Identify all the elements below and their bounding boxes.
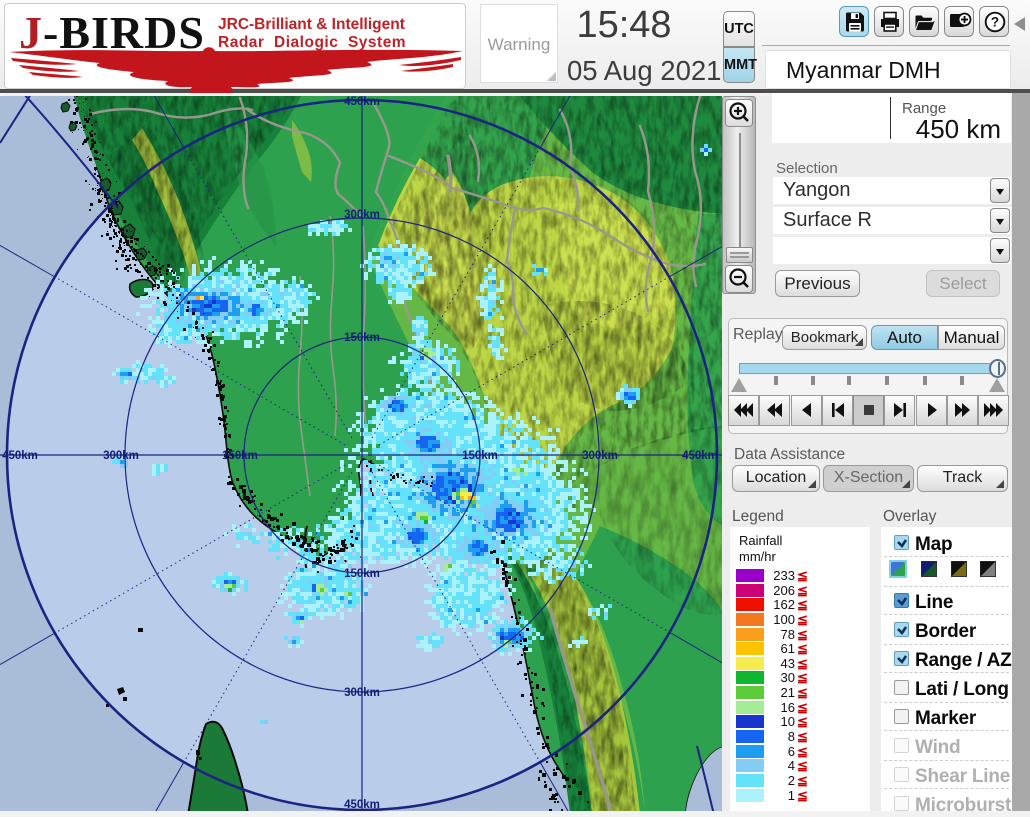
svg-text:150km: 150km [344, 568, 380, 580]
svg-text:150km: 150km [222, 450, 258, 462]
svg-text:150km: 150km [462, 450, 498, 462]
svg-text:150km: 150km [344, 332, 380, 344]
svg-text:300km: 300km [103, 450, 139, 462]
svg-text:?: ? [991, 15, 999, 30]
svg-text:450km: 450km [344, 96, 380, 108]
svg-text:450km: 450km [682, 450, 718, 462]
svg-text:450km: 450km [344, 799, 380, 811]
svg-text:300km: 300km [344, 209, 380, 221]
svg-text:450km: 450km [2, 450, 38, 462]
svg-text:300km: 300km [582, 450, 618, 462]
svg-text:300km: 300km [344, 687, 380, 699]
